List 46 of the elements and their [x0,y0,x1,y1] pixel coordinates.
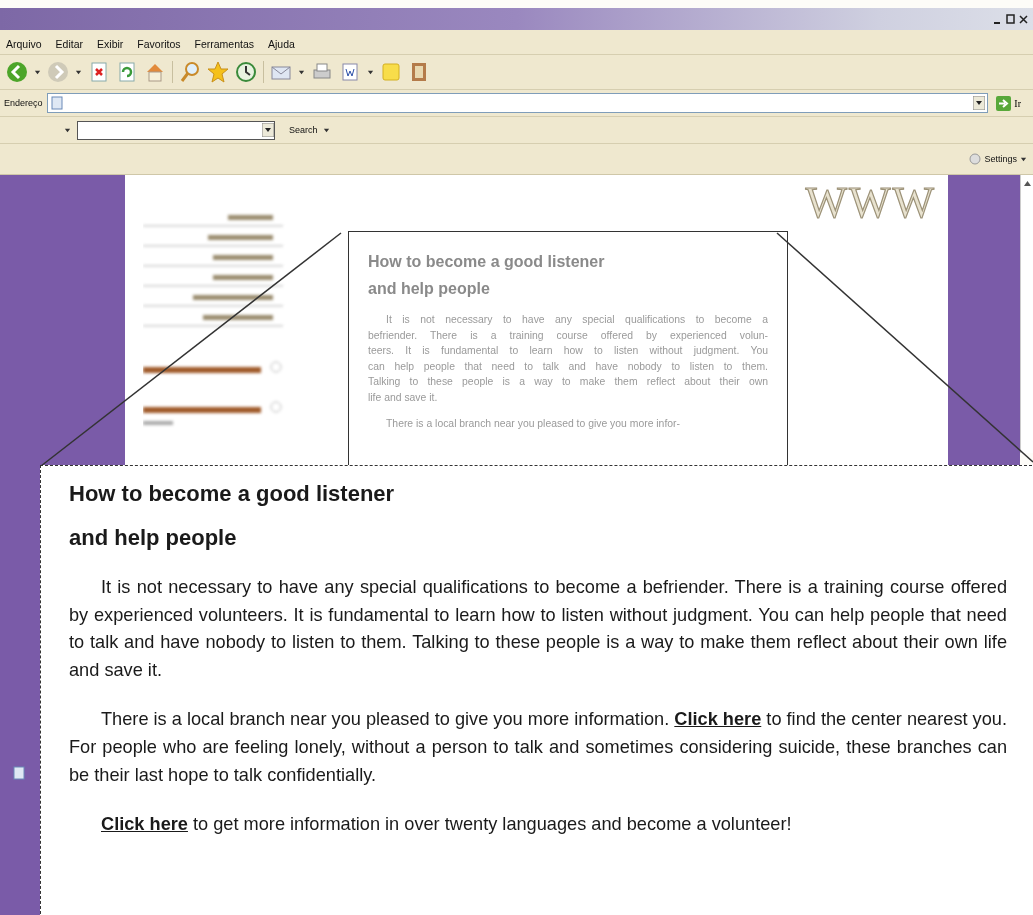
heading: How to become a good listener [69,480,396,508]
link[interactable]: Click here [674,709,762,730]
star-icon[interactable] [207,61,229,83]
go-button[interactable]: Ir [992,95,1029,111]
caret-icon [75,68,82,76]
menu-item[interactable]: Ferramentas [194,38,255,50]
page-icon [12,766,26,780]
paragraph: It is not necessary to have any special qualifications to become a befriender. There is a training course offered by experienced volun- teers. It is fundamental to learn how to listen without judgment. You can help people that need to talk and have nobody to listen to them. Talking to these people is a way to make them reflect about their own life and save it. [368,313,768,405]
link[interactable]: Click here [101,814,188,835]
logo: WWW [805,181,936,225]
caret-icon [34,68,41,76]
caret-icon [322,126,330,134]
menu-item[interactable]: Favoritos [137,38,181,50]
menu-item[interactable]: Arquivo [6,38,42,50]
close-icon[interactable] [1018,12,1029,26]
page-icon [49,96,64,110]
maximize-icon[interactable] [1005,12,1016,26]
refresh-icon[interactable] [116,61,138,83]
document-icon[interactable] [339,61,361,83]
dropdown-icon[interactable] [262,123,274,137]
search-field[interactable] [77,120,275,140]
stop-icon[interactable] [88,61,110,83]
paragraph: There is a local branch near you pleased to give you more information. Click here to find the center nearest you. For people who are feeling lonely, without a person to talk and sometimes considering suicide, these branches can be their last hope to talk confidentially. [69,708,1007,787]
settings-button[interactable]: Settings [969,153,1027,165]
heading: and help people [69,524,238,552]
dropdown-icon[interactable] [973,96,986,110]
paragraph: It is not necessary to have any special qualifications to become a befriender. There is a training course offered by experienced volunteers. It is fundamental to learn how to listen without judgment. You can help people that need to talk and have nobody to listen to them. Talking to these people is a way to make them reflect about their own life and save it. [69,576,1007,682]
go-arrow-icon [996,95,1012,111]
caret-icon [298,68,305,76]
circle-icon [969,153,982,165]
article-heading: and help people [368,279,491,299]
search-button[interactable]: Search [289,125,330,135]
address-field[interactable] [46,93,989,113]
history-icon[interactable] [235,61,257,83]
search-icon[interactable] [179,61,201,83]
article-heading: How to become a good listener [368,252,606,272]
menu-item[interactable]: Editar [55,38,84,50]
caret-icon [367,68,374,76]
menu-item[interactable]: Ajuda [268,38,295,50]
paragraph: Click here to get more information in over twenty languages and become a volunteer! [100,813,793,837]
scroll-up-icon[interactable] [1023,181,1031,186]
paragraph: There is a local branch near you pleased to give you more infor- [385,416,681,431]
address-label: Endereço [4,98,43,108]
caret-icon [64,126,71,134]
menu-item[interactable]: Exibir [97,38,124,50]
caret-icon [1020,155,1027,163]
